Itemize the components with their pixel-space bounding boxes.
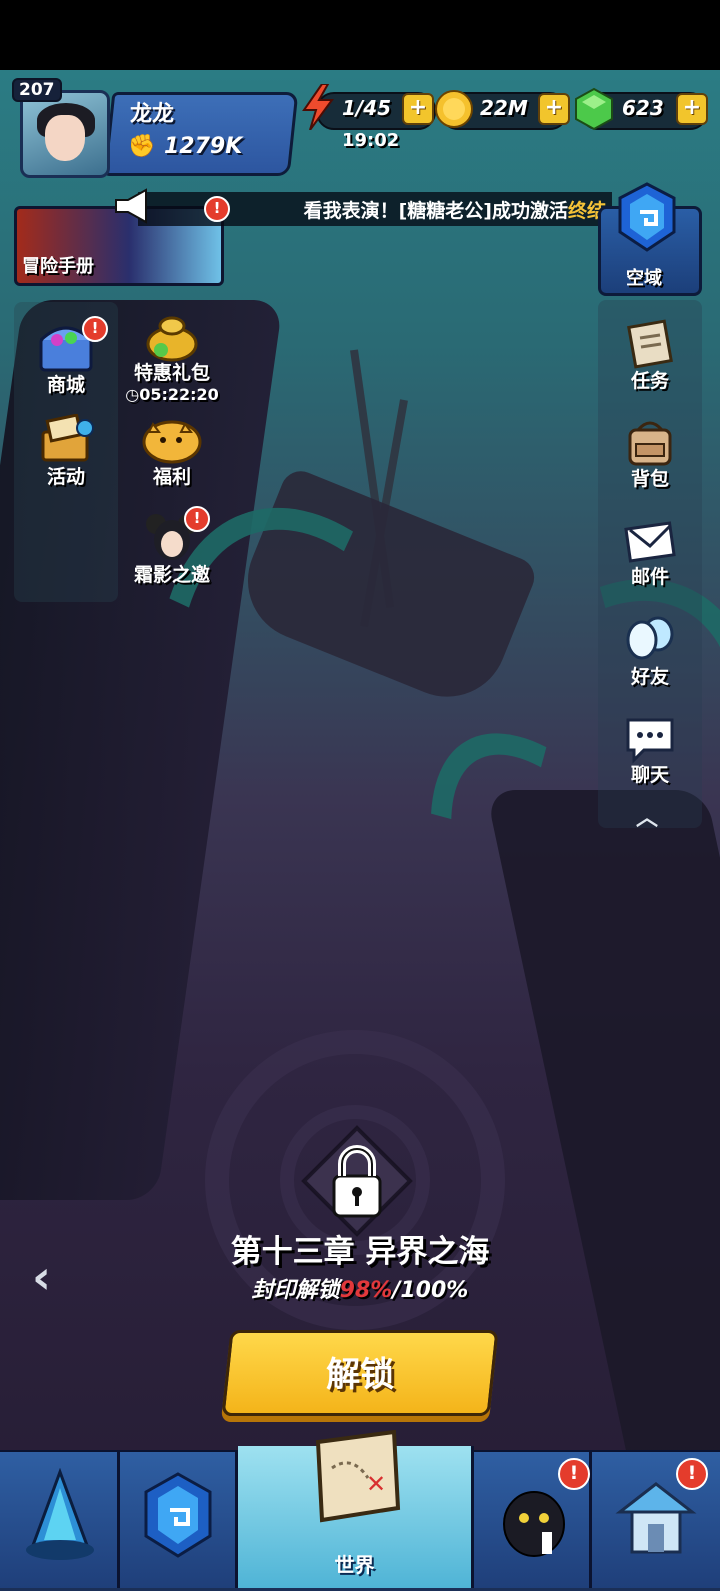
gold-value: 22M <box>480 96 528 120</box>
nav-tab-heroes[interactable] <box>0 1452 120 1588</box>
friends-button[interactable]: 好友 <box>602 614 698 689</box>
frost-invite-alert-badge: ! <box>184 506 210 532</box>
world-map-icon: ✕ <box>315 1429 401 1523</box>
adventure-handbook-label: 冒险手册 <box>22 256 94 277</box>
collapse-menu-chevron[interactable]: ︿ <box>636 800 658 832</box>
chat-bubble-icon <box>626 718 674 764</box>
seal-progress-current: 98% <box>339 1278 393 1303</box>
ticker-text: 看我表演！[糖糖老公]成功激活 <box>303 200 568 222</box>
mail-button[interactable]: 邮件 <box>602 516 698 589</box>
chat-button[interactable]: 聊天 <box>602 714 698 787</box>
energy-timer: 19:02 <box>342 130 400 151</box>
welfare-label: 福利 <box>152 466 191 488</box>
sky-domain-label: 空域 <box>626 268 662 289</box>
shield-emblem-icon <box>618 182 676 252</box>
gold-plus-button[interactable]: + <box>538 93 570 125</box>
friends-icon <box>626 616 674 660</box>
scroll-icon <box>627 319 673 369</box>
gift-pack-countdown: ◷05:22:20 <box>125 385 219 404</box>
tasks-label: 任务 <box>630 370 669 392</box>
nav-tab-world-label: 世界 <box>334 1553 375 1577</box>
lightning-icon <box>302 84 334 130</box>
gold-coin-icon <box>435 90 473 128</box>
pets-alert-badge: ! <box>558 1458 590 1490</box>
unlock-button[interactable]: 解锁 <box>221 1330 499 1416</box>
home-alert-badge: ! <box>676 1458 708 1490</box>
frost-invite-label: 霜影之邀 <box>133 564 210 586</box>
unlock-button-label: 解锁 <box>326 1355 395 1395</box>
gem-plus-button[interactable]: + <box>676 93 708 125</box>
treasure-map-icon <box>41 414 94 462</box>
player-level-badge: 207 <box>12 78 62 102</box>
gift-pack-label: 特惠礼包 <box>133 362 210 384</box>
shop-label: 商城 <box>46 374 85 396</box>
piggy-bank-icon <box>142 420 202 464</box>
avatar-face <box>45 115 85 161</box>
handbook-alert-badge: ! <box>204 196 230 222</box>
mail-label: 邮件 <box>630 566 669 588</box>
svg-text:✕: ✕ <box>366 1470 386 1498</box>
tasks-button[interactable]: 任务 <box>602 318 698 393</box>
seal-progress-total: /100% <box>392 1278 469 1303</box>
gift-pack-button[interactable]: 特惠礼包 ◷05:22:20 <box>124 314 220 404</box>
seal-progress-prefix: 封印解锁 <box>251 1278 340 1303</box>
status-bar <box>0 0 720 70</box>
chapter-title: 第十三章 异界之海 <box>230 1234 490 1270</box>
shop-alert-badge: ! <box>82 316 108 342</box>
envelope-icon <box>624 521 676 563</box>
backpack-icon <box>628 421 672 466</box>
events-label: 活动 <box>46 466 85 488</box>
crystal-spire-icon <box>26 1468 94 1560</box>
welfare-button[interactable]: 福利 <box>124 416 220 489</box>
chat-label: 聊天 <box>630 764 669 786</box>
energy-value: 1/45 <box>342 96 392 120</box>
player-profile[interactable]: 207 龙龙 ✊ 1279K <box>12 78 299 178</box>
bag-button[interactable]: 背包 <box>602 416 698 491</box>
lock-icon <box>301 1125 413 1237</box>
fist-icon: ✊ <box>128 134 156 159</box>
avatar[interactable] <box>20 90 110 178</box>
dark-creature-icon <box>503 1491 565 1557</box>
green-gem-icon <box>575 87 613 131</box>
seal-progress: 封印解锁98%/100% <box>0 1272 720 1304</box>
energy-plus-button[interactable]: + <box>402 93 434 125</box>
megaphone-icon <box>115 188 147 224</box>
gem-value: 623 <box>622 96 664 120</box>
player-name: 龙龙 <box>130 102 175 127</box>
house-icon <box>615 1482 697 1554</box>
nav-tab-world[interactable]: ✕ 世界 <box>238 1429 474 1588</box>
player-power: 1279K <box>164 134 243 159</box>
friends-label: 好友 <box>630 666 669 688</box>
sky-domain-button[interactable]: 空域 <box>598 182 702 296</box>
nav-tab-guild[interactable] <box>120 1452 238 1588</box>
hex-emblem-icon <box>144 1472 212 1558</box>
events-button[interactable]: 活动 <box>18 414 114 489</box>
bag-label: 背包 <box>630 468 669 490</box>
gold-sack-icon <box>146 316 198 362</box>
